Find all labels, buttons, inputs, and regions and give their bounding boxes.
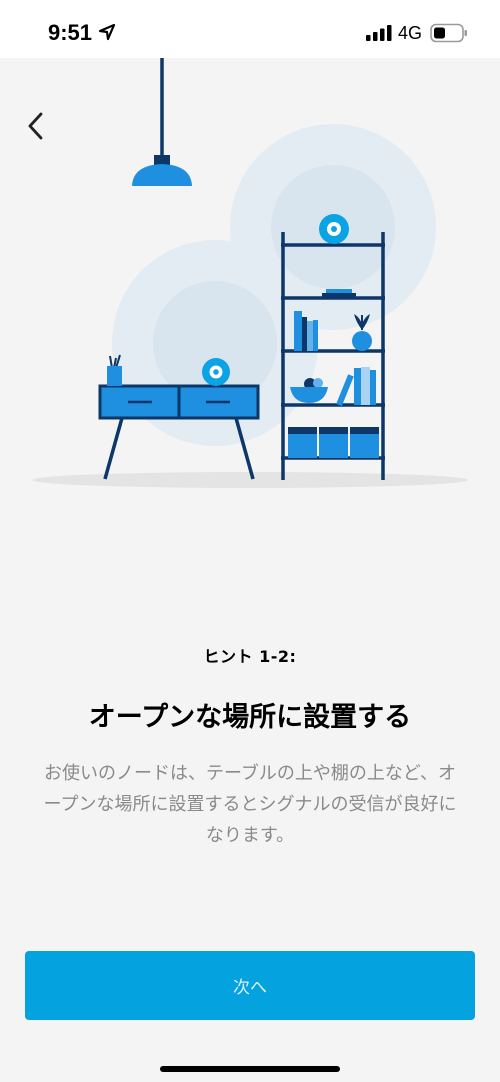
next-button[interactable]: 次へ [25,951,475,1020]
cellular-signal-icon [366,25,392,41]
pendant-lamp [132,58,192,186]
status-bar: 9:51 4G [0,0,500,58]
hint-description: お使いのノードは、テーブルの上や棚の上など、オープンな場所に設置するとシグナルの… [43,763,457,846]
home-indicator [160,1066,340,1072]
page-title: オープンな場所に設置する [88,702,412,733]
battery-icon [430,23,467,43]
storage-bins [288,427,379,458]
books-row-2 [336,367,376,407]
node-device-shelf [319,214,349,244]
node-device-table [202,358,230,386]
placement-illustration [32,58,468,488]
location-arrow-icon [98,23,116,41]
network-type: 4G [398,23,423,43]
status-time: 9:51 [48,20,93,45]
hint-label: ヒント 1-2: [203,647,297,666]
